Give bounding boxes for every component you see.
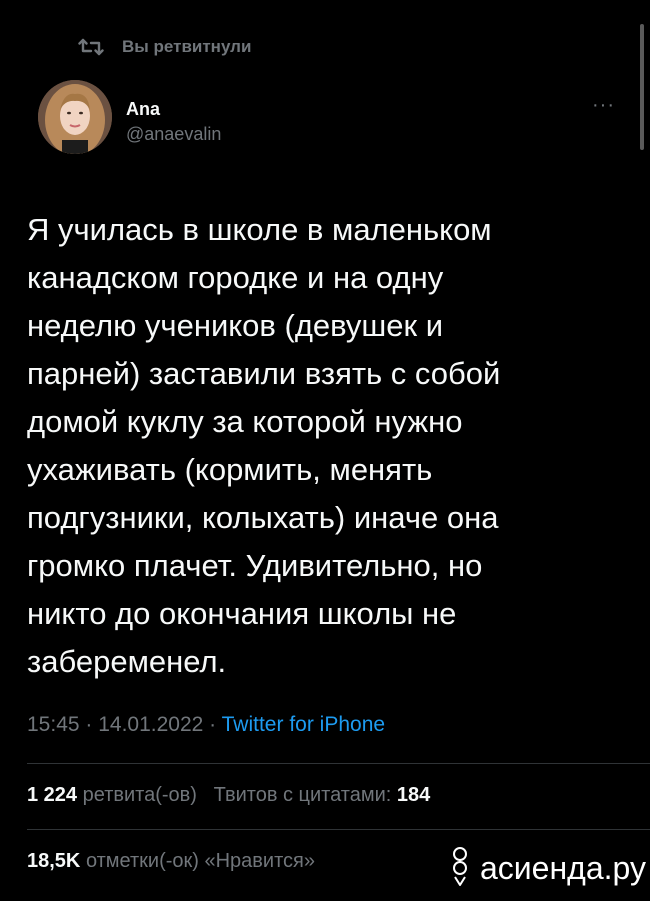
retweets-label[interactable]: ретвита(-ов)	[83, 784, 197, 806]
meta-separator: ·	[203, 713, 222, 736]
avatar[interactable]	[38, 80, 112, 154]
tweet-text: Я училась в школе в маленьком канадском …	[27, 212, 501, 679]
avatar-image	[38, 80, 112, 154]
tweet-source-link[interactable]: Twitter for iPhone	[222, 713, 385, 736]
likes-count[interactable]: 18,5K	[27, 850, 80, 872]
likes-stats[interactable]: 18,5K отметки(-ок) «Нравится»	[27, 847, 315, 875]
tweet-meta: 15:45 · 14.01.2022 · Twitter for iPhone	[27, 710, 385, 740]
watermark-text: асиенда.ру	[480, 850, 646, 886]
retweet-stats[interactable]: 1 224 ретвита(-ов) Твитов с цитатами: 18…	[27, 781, 430, 809]
retweet-label: Вы ретвитнули	[122, 37, 252, 56]
meta-separator: ·	[79, 713, 99, 736]
user-handle[interactable]: @anaevalin	[126, 123, 221, 145]
retweet-indicator: Вы ретвитнули	[78, 36, 251, 58]
divider	[27, 829, 650, 830]
quotes-count[interactable]: 184	[397, 784, 430, 806]
retweet-icon	[78, 38, 104, 56]
retweets-count[interactable]: 1 224	[27, 784, 77, 806]
user-info[interactable]: Ana @anaevalin	[126, 99, 221, 145]
scrollbar[interactable]	[640, 24, 644, 150]
tweet-time[interactable]: 15:45	[27, 713, 80, 736]
quotes-label[interactable]: Твитов с цитатами:	[214, 784, 392, 806]
divider	[27, 763, 650, 764]
watermark: асиенда.ру	[448, 845, 646, 891]
tweet-date[interactable]: 14.01.2022	[98, 713, 203, 736]
likes-label[interactable]: отметки(-ок) «Нравится»	[86, 850, 315, 872]
asienda-logo-icon	[453, 847, 467, 886]
display-name[interactable]: Ana	[126, 99, 221, 119]
ellipsis-icon[interactable]: ···	[592, 95, 615, 115]
